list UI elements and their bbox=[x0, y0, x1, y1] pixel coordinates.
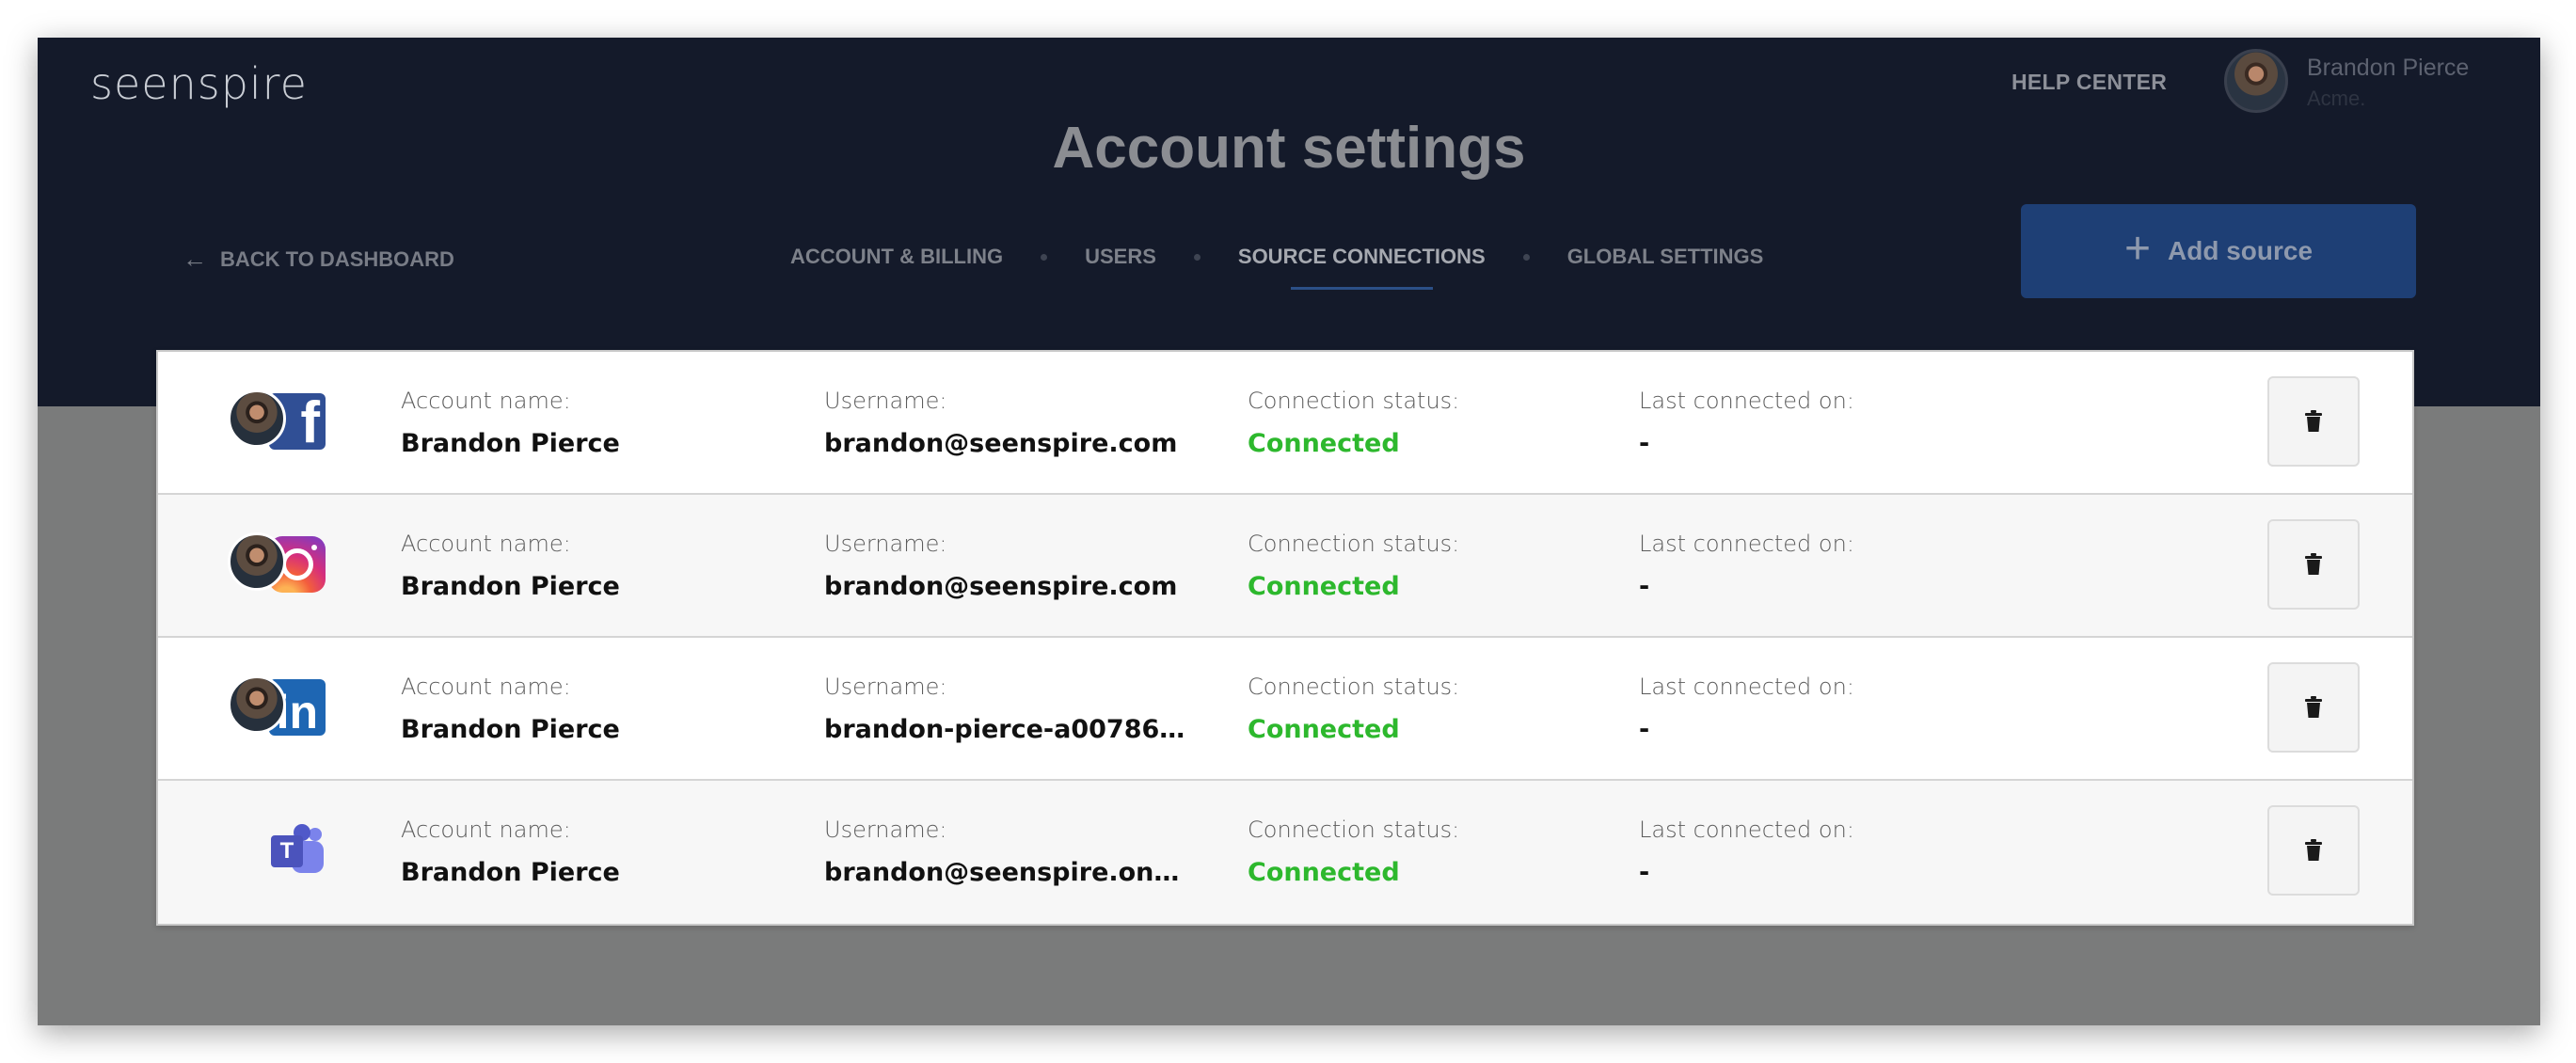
connection-status-label: Connection status: bbox=[1248, 674, 1460, 700]
tab-users[interactable]: USERS bbox=[1085, 245, 1156, 278]
source-connections-list: f Account name: Brandon Pierce Username:… bbox=[156, 350, 2414, 926]
username-field: Username: brandon@seenspire.com bbox=[824, 531, 1201, 601]
connection-avatar bbox=[228, 532, 331, 595]
list-item: T Account name: Brandon Pierce Username:… bbox=[158, 781, 2412, 924]
last-connected-label: Last connected on: bbox=[1639, 531, 1854, 557]
delete-connection-button[interactable] bbox=[2267, 519, 2360, 610]
username-label: Username: bbox=[824, 388, 947, 414]
avatar bbox=[228, 532, 286, 591]
connection-status-field: Connection status: Connected bbox=[1248, 674, 1459, 744]
username-label: Username: bbox=[824, 674, 947, 700]
connection-status-label: Connection status: bbox=[1248, 817, 1460, 843]
tab-separator bbox=[1041, 253, 1048, 261]
last-connected-field: Last connected on: - bbox=[1639, 674, 1854, 744]
last-connected-label: Last connected on: bbox=[1639, 388, 1854, 414]
add-source-button[interactable]: + Add source bbox=[2021, 204, 2416, 298]
account-name-label: Account name: bbox=[401, 674, 571, 700]
tab-account-billing[interactable]: ACCOUNT & BILLING bbox=[790, 245, 1003, 278]
tab-global-settings[interactable]: GLOBAL SETTINGS bbox=[1567, 245, 1764, 278]
list-item: Account name: Brandon Pierce Username: b… bbox=[158, 495, 2412, 638]
avatar[interactable] bbox=[2224, 49, 2288, 113]
last-connected-label: Last connected on: bbox=[1639, 817, 1854, 843]
connection-status-field: Connection status: Connected bbox=[1248, 531, 1459, 601]
delete-connection-button[interactable] bbox=[2267, 376, 2360, 467]
status-badge: Connected bbox=[1248, 572, 1400, 601]
delete-connection-button[interactable] bbox=[2267, 662, 2360, 753]
last-connected-value: - bbox=[1639, 572, 1650, 601]
tab-source-connections[interactable]: SOURCE CONNECTIONS bbox=[1238, 245, 1486, 290]
trash-icon bbox=[2305, 553, 2322, 575]
page-title: Account settings bbox=[1052, 116, 1526, 181]
username-value: brandon@seenspire.onmicro... bbox=[824, 858, 1201, 887]
user-name[interactable]: Brandon Pierce bbox=[2307, 55, 2469, 82]
add-source-label: Add source bbox=[2168, 236, 2314, 265]
arrow-left-icon: ← bbox=[183, 245, 207, 273]
connection-status-field: Connection status: Connected bbox=[1248, 817, 1459, 887]
status-badge: Connected bbox=[1248, 429, 1400, 458]
delete-connection-button[interactable] bbox=[2267, 805, 2360, 896]
last-connected-field: Last connected on: - bbox=[1639, 817, 1854, 887]
back-link-label: BACK TO DASHBOARD bbox=[220, 246, 454, 271]
account-name-value: Brandon Pierce bbox=[401, 429, 620, 458]
account-name-label: Account name: bbox=[401, 531, 571, 557]
back-to-dashboard-link[interactable]: ← BACK TO DASHBOARD bbox=[183, 245, 454, 274]
plus-icon: + bbox=[2123, 224, 2151, 274]
trash-icon bbox=[2305, 410, 2322, 432]
avatar bbox=[228, 389, 286, 448]
username-value: brandon-pierce-a00786200 bbox=[824, 715, 1201, 744]
account-name-field: Account name: Brandon Pierce bbox=[401, 674, 620, 744]
account-name-value: Brandon Pierce bbox=[401, 572, 620, 601]
account-name-field: Account name: Brandon Pierce bbox=[401, 817, 620, 887]
username-label: Username: bbox=[824, 817, 947, 843]
connection-status-field: Connection status: Connected bbox=[1248, 388, 1459, 458]
username-field: Username: brandon-pierce-a00786200 bbox=[824, 674, 1201, 744]
list-item: f Account name: Brandon Pierce Username:… bbox=[158, 352, 2412, 495]
user-organization: Acme. bbox=[2307, 87, 2366, 110]
last-connected-value: - bbox=[1639, 715, 1650, 744]
status-badge: Connected bbox=[1248, 858, 1400, 887]
username-field: Username: brandon@seenspire.onmicro... bbox=[824, 817, 1201, 887]
last-connected-value: - bbox=[1639, 858, 1650, 887]
connection-avatar: in bbox=[228, 675, 331, 738]
connection-status-label: Connection status: bbox=[1248, 531, 1460, 557]
connection-avatar: f bbox=[228, 389, 331, 452]
microsoft-teams-icon: T bbox=[271, 824, 327, 877]
app-window: seenspire HELP CENTER Brandon Pierce Acm… bbox=[38, 38, 2540, 1025]
trash-icon bbox=[2305, 839, 2322, 861]
status-badge: Connected bbox=[1248, 715, 1400, 744]
settings-tabs: ACCOUNT & BILLING USERS SOURCE CONNECTIO… bbox=[790, 245, 1764, 290]
last-connected-field: Last connected on: - bbox=[1639, 531, 1854, 601]
account-name-value: Brandon Pierce bbox=[401, 715, 620, 744]
last-connected-value: - bbox=[1639, 429, 1650, 458]
account-name-label: Account name: bbox=[401, 817, 571, 843]
help-center-link[interactable]: HELP CENTER bbox=[2012, 70, 2167, 95]
username-label: Username: bbox=[824, 531, 947, 557]
last-connected-label: Last connected on: bbox=[1639, 674, 1854, 700]
connection-status-label: Connection status: bbox=[1248, 388, 1460, 414]
trash-icon bbox=[2305, 696, 2322, 718]
username-field: Username: brandon@seenspire.com bbox=[824, 388, 1201, 458]
account-name-field: Account name: Brandon Pierce bbox=[401, 388, 620, 458]
seenspire-logo[interactable]: seenspire bbox=[90, 58, 308, 109]
avatar bbox=[228, 675, 286, 734]
account-name-label: Account name: bbox=[401, 388, 571, 414]
account-name-field: Account name: Brandon Pierce bbox=[401, 531, 620, 601]
tab-separator bbox=[1193, 253, 1201, 261]
list-item: in Account name: Brandon Pierce Username… bbox=[158, 638, 2412, 781]
username-value: brandon@seenspire.com bbox=[824, 572, 1178, 601]
username-value: brandon@seenspire.com bbox=[824, 429, 1178, 458]
account-name-value: Brandon Pierce bbox=[401, 858, 620, 887]
last-connected-field: Last connected on: - bbox=[1639, 388, 1854, 458]
tab-separator bbox=[1522, 253, 1530, 261]
